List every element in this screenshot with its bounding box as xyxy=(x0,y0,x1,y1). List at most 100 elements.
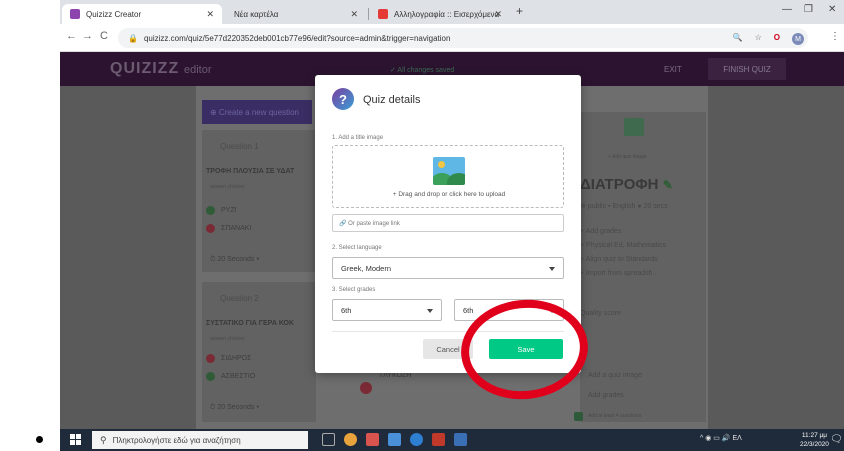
language-select[interactable]: Greek, Modern xyxy=(332,257,564,279)
subjects-link[interactable]: + Physical Ed, Mathematics xyxy=(580,242,666,249)
add-grades-link[interactable]: + Add grades xyxy=(580,228,621,235)
quality-score-label: Quality score xyxy=(580,310,621,317)
close-tab-icon[interactable]: ✕ xyxy=(206,9,214,20)
grade-to-value: 6th xyxy=(463,305,474,315)
save-status: ✓ All changes saved xyxy=(390,67,455,74)
language-label: 2. Select language xyxy=(332,245,382,251)
bookmark-star-icon[interactable]: ☆ xyxy=(755,33,762,45)
quiz-avatar-icon: ? xyxy=(332,88,354,110)
windows-start-icon[interactable] xyxy=(70,434,81,445)
quizizz-favicon-icon xyxy=(70,9,80,19)
question-heading: Question 2 xyxy=(220,294,259,303)
mail-favicon-icon xyxy=(378,9,388,19)
edit-pencil-icon[interactable]: ✎ xyxy=(663,178,673,192)
grade-from-select[interactable]: 6th xyxy=(332,299,442,321)
correct-answer-icon xyxy=(206,372,215,381)
new-tab-button[interactable]: + xyxy=(516,4,523,18)
forward-arrow-icon[interactable]: → xyxy=(82,30,93,42)
finish-quiz-button[interactable]: FINISH QUIZ xyxy=(708,58,786,80)
import-spreadsheet-link[interactable]: + Import from spreadsh... xyxy=(580,270,658,277)
question-heading: Question 1 xyxy=(220,142,259,151)
notifications-icon[interactable]: 🗨 xyxy=(830,434,843,445)
wrong-answer-icon xyxy=(206,354,215,363)
align-standards-link[interactable]: + Align quiz to Standards xyxy=(580,256,658,263)
quizizz-logo: QUIZIZZ xyxy=(110,60,180,77)
profile-avatar[interactable]: M xyxy=(792,33,804,45)
question-text: ΤΡΟΦΗ ΠΛΟΥΣΙΑ ΣΕ ΥΔΑΤ xyxy=(206,168,295,175)
tab-title: Αλληλογραφία :: Εισερχόμενα xyxy=(394,9,500,19)
quiz-title: ΔΙΑΤΡΟΦΗ ✎ xyxy=(580,176,673,193)
correct-answer-icon xyxy=(206,206,215,215)
question-card xyxy=(202,282,316,422)
minimize-icon[interactable]: — xyxy=(782,4,792,15)
quiz-image-placeholder-icon[interactable] xyxy=(624,118,644,136)
maximize-icon[interactable]: ❐ xyxy=(804,4,813,15)
checklist-item: Add a quiz image xyxy=(588,372,643,379)
timer-dropdown[interactable]: ⏱ 20 Seconds ▾ xyxy=(210,404,259,412)
address-bar[interactable]: 🔒 quizizz.com/quiz/5e77d220352deb001cb77… xyxy=(118,28,808,48)
omnibox-actions: 🔍 ☆ O M xyxy=(733,33,804,45)
search-icon: ⚲ xyxy=(100,434,107,445)
tab-separator xyxy=(368,8,369,20)
menu-kebab-icon[interactable]: ⋮ xyxy=(830,31,840,42)
add-quiz-image-link[interactable]: + Add quiz image xyxy=(608,154,647,160)
upload-instructions: + Drag and drop or click here to upload xyxy=(392,191,506,198)
timer-dropdown[interactable]: ⏱ 20 Seconds ▾ xyxy=(210,256,259,264)
exit-button[interactable]: EXIT xyxy=(664,65,682,74)
checklist-item: Add grades xyxy=(588,392,624,399)
image-link-input[interactable]: 🔗 Or paste image link xyxy=(332,214,564,232)
windows-taskbar: ⚲ Πληκτρολογήστε εδώ για αναζήτηση ^ ◉ ▭… xyxy=(60,429,844,451)
word-icon[interactable] xyxy=(454,433,467,446)
app-icon[interactable] xyxy=(366,433,379,446)
wrong-answer-icon xyxy=(360,382,372,394)
chevron-down-icon xyxy=(549,267,555,271)
chrome-icon[interactable] xyxy=(344,433,357,446)
taskbar-search-input[interactable]: ⚲ Πληκτρολογήστε εδώ για αναζήτηση xyxy=(92,431,308,449)
close-tab-icon[interactable]: ✕ xyxy=(494,9,502,20)
close-window-icon[interactable]: ✕ xyxy=(828,4,836,15)
close-tab-icon[interactable]: ✕ xyxy=(350,9,358,20)
image-upload-dropzone[interactable]: + Drag and drop or click here to upload xyxy=(332,145,564,208)
lock-icon: 🔒 xyxy=(128,33,138,43)
tab-quizizz-creator[interactable]: Quizizz Creator ✕ xyxy=(62,4,222,24)
create-question-button[interactable]: ⊕ Create a new question xyxy=(202,100,312,124)
opera-extension-icon[interactable]: O xyxy=(774,33,780,45)
answer-option: ΑΣΒΕΣΤΙΟ xyxy=(206,372,255,381)
grades-label: 3. Select grades xyxy=(332,287,376,293)
answer-option: ΡΥΖΙ xyxy=(206,206,237,215)
editor-label: editor xyxy=(184,64,212,76)
screenshot-frame: Quizizz Creator ✕ Νέα καρτέλα ✕ Αλληλογρ… xyxy=(60,0,844,451)
answer-option: ΣΠΑΝΑΚΙ xyxy=(206,224,251,233)
answer-choices-label: answer choices xyxy=(210,336,245,342)
image-placeholder-icon xyxy=(433,157,465,185)
tab-mail-inbox[interactable]: Αλληλογραφία :: Εισερχόμενα ✕ xyxy=(370,4,510,24)
edge-icon[interactable] xyxy=(410,433,423,446)
explorer-icon[interactable] xyxy=(388,433,401,446)
slide-bullet xyxy=(36,436,43,443)
task-view-icon[interactable] xyxy=(322,433,335,446)
tab-title: Quizizz Creator xyxy=(86,9,142,19)
tab-new-tab[interactable]: Νέα καρτέλα ✕ xyxy=(226,4,366,24)
chevron-down-icon xyxy=(427,309,433,313)
question-card xyxy=(202,130,316,272)
back-arrow-icon[interactable]: ← xyxy=(66,30,77,42)
browser-toolbar: ← → C 🔒 quizizz.com/quiz/5e77d220352deb0… xyxy=(60,24,844,52)
grade-from-value: 6th xyxy=(341,305,352,315)
taskbar-clock[interactable]: 11:27 μμ 22/3/2020 xyxy=(800,431,829,449)
system-tray[interactable]: ^ ◉ ▭ 🔊 ΕΛ xyxy=(700,434,742,442)
search-icon[interactable]: 🔍 xyxy=(733,33,743,45)
modal-title: Quiz details xyxy=(363,94,421,106)
language-value: Greek, Modern xyxy=(341,263,392,273)
title-image-label: 1. Add a title image xyxy=(332,135,384,141)
quiz-meta: ⊕ public ▪ English ● 20 secs xyxy=(580,203,668,210)
office-icon[interactable] xyxy=(432,433,445,446)
reload-icon[interactable]: C xyxy=(100,30,108,42)
wrong-answer-icon xyxy=(206,224,215,233)
answer-option-text: ΓΛΥΚΟΖΗ xyxy=(380,372,412,379)
tab-title: Νέα καρτέλα xyxy=(234,9,279,19)
checklist-check-icon xyxy=(574,412,583,421)
answer-option: ΣΙΔΗΡΟΣ xyxy=(206,354,251,363)
answer-choices-label: answer choices xyxy=(210,184,245,190)
url-text: quizizz.com/quiz/5e77d220352deb001cb77e9… xyxy=(143,33,451,43)
question-text: ΣΥΣΤΑΤΙΚΟ ΓΙΑ ΓΕΡΑ ΚΟΚ xyxy=(206,320,295,327)
